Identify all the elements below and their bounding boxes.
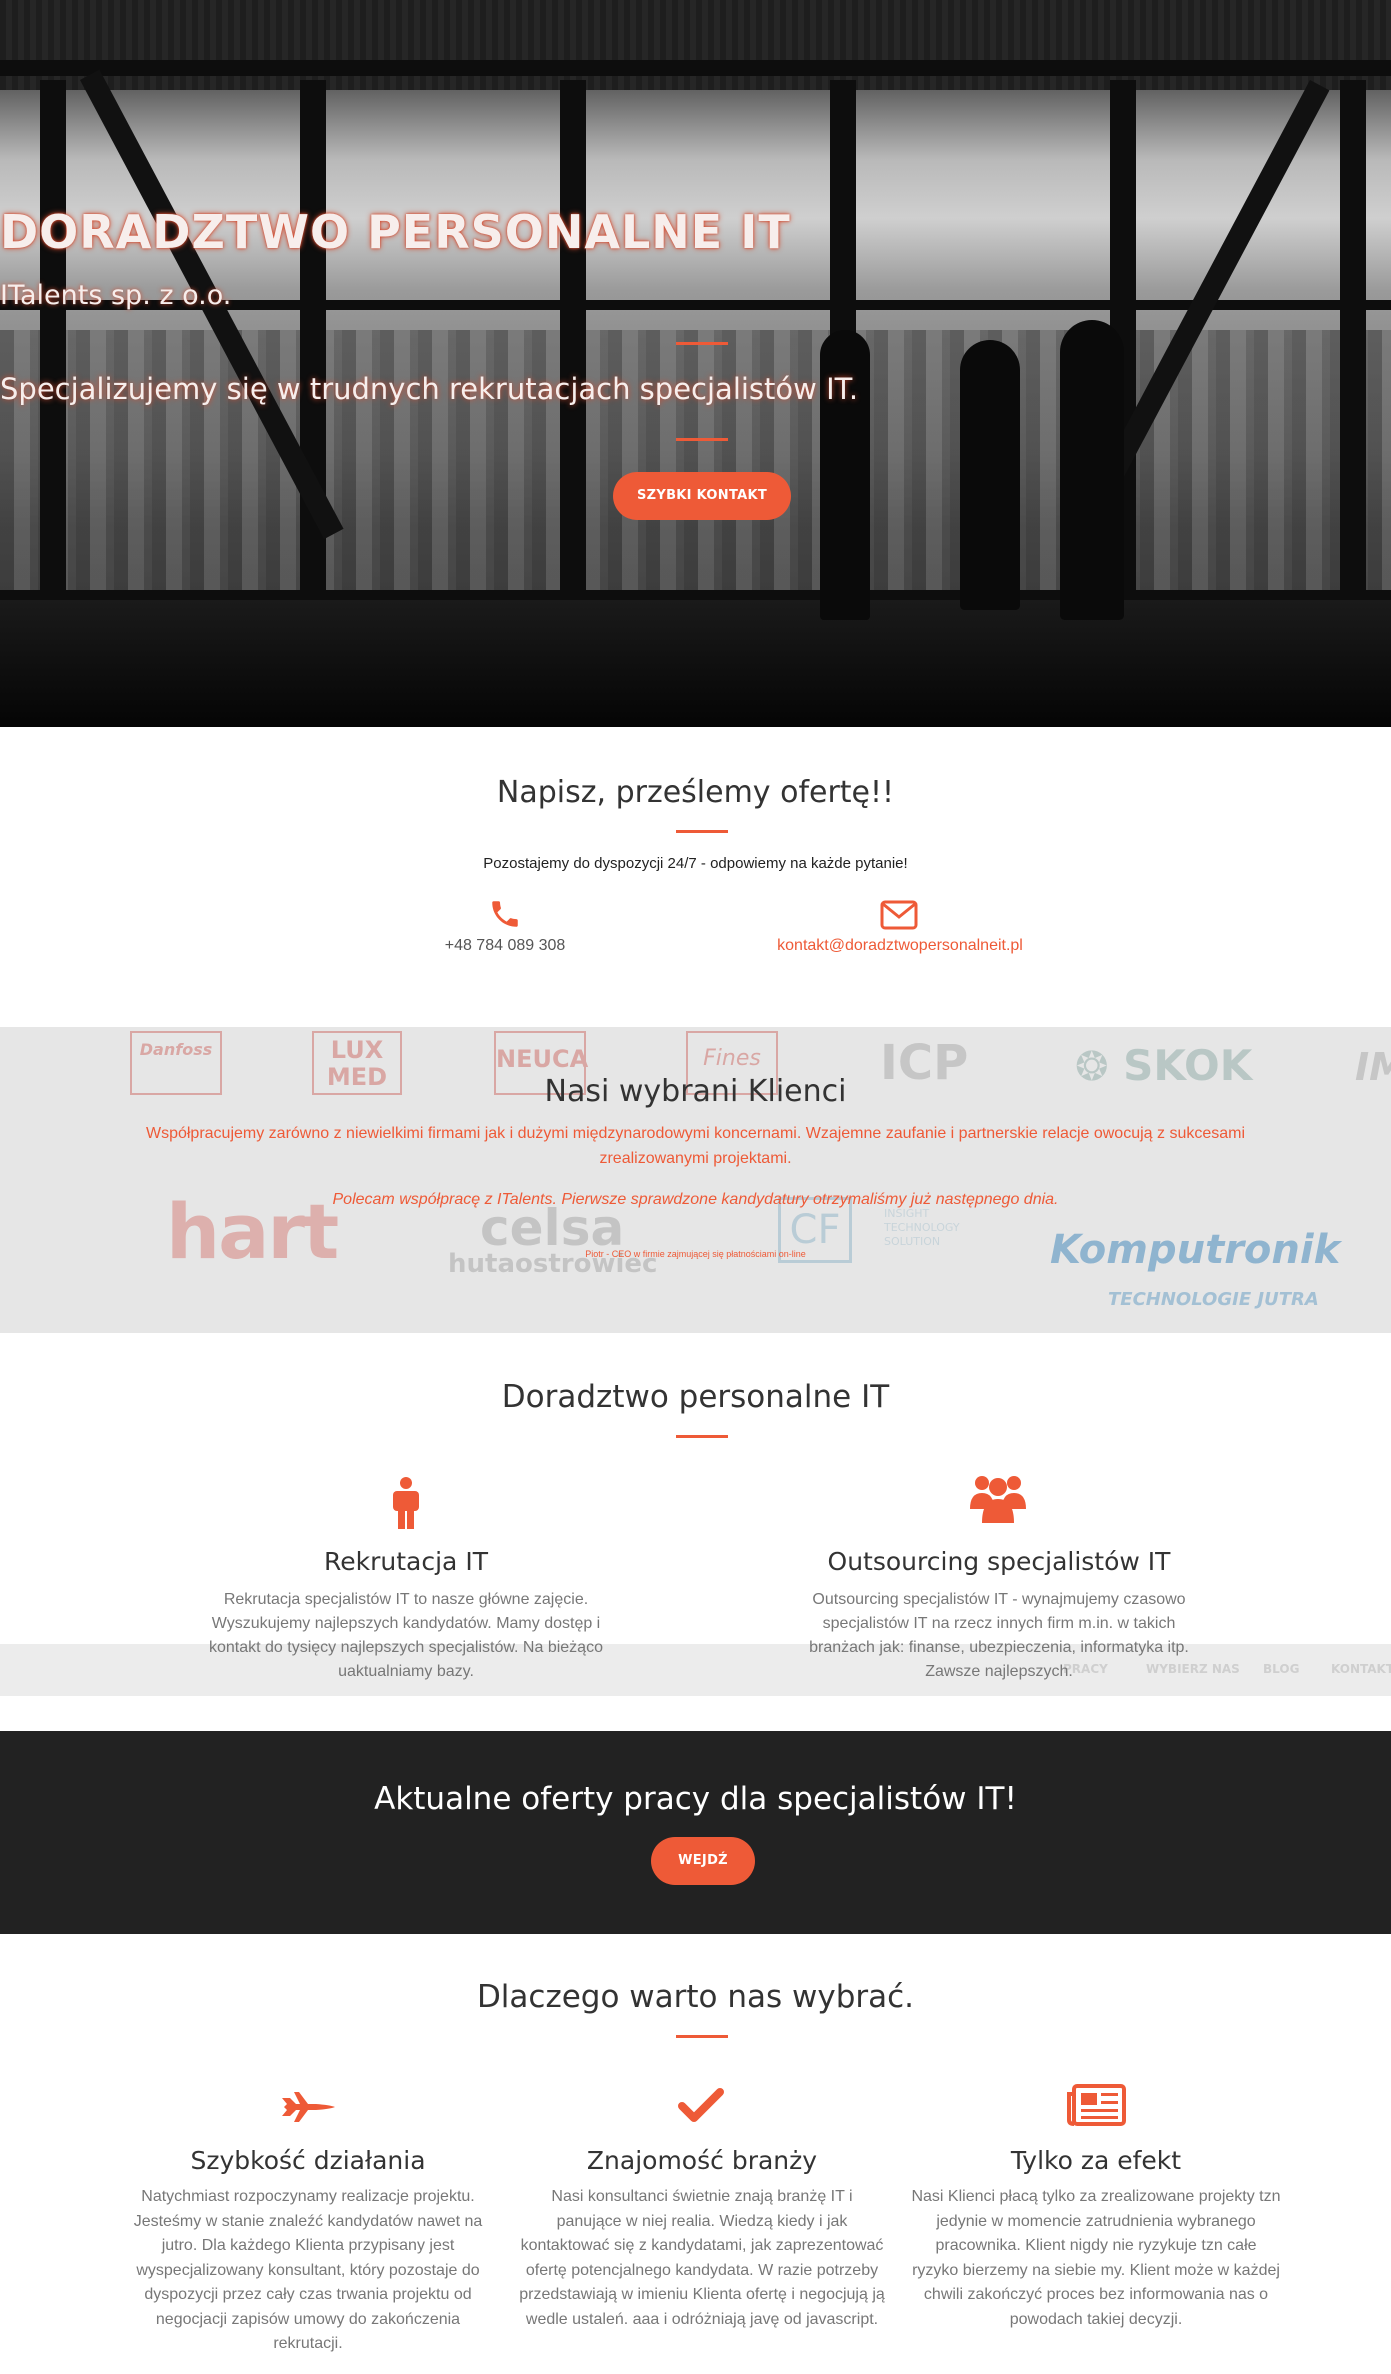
- hero-floor: [0, 600, 1391, 727]
- clients-section: Danfoss LUX MED NEUCA Fines ICP ❂ SKOK I…: [0, 1027, 1391, 1333]
- contact-intro: Pozostajemy do dyspozycji 24/7 - odpowie…: [483, 855, 908, 872]
- testimonial-author: Piotr - CEO w firmie zajmującej się płat…: [585, 1249, 806, 1259]
- job-offers-heading: Aktualne oferty pracy dla specjalistów I…: [374, 1781, 1017, 1817]
- services-section: Doradztwo personalne IT PRACY WYBIERZ NA…: [0, 1333, 1391, 1731]
- hero-frame: [1340, 80, 1366, 640]
- person-icon: [393, 1477, 419, 1529]
- why-title: Tylko za efekt: [1010, 2146, 1182, 2175]
- ghost-nav-item[interactable]: BLOG: [1263, 1662, 1299, 1676]
- phone-number-link[interactable]: +48 784 089 308: [430, 937, 580, 955]
- check-icon: [678, 2088, 724, 2122]
- hero-section: DORADZTWO PERSONALNE IT ITalents sp. z o…: [0, 0, 1391, 727]
- service-outsourcing: Outsourcing specjalistów IT Outsourcing …: [799, 1547, 1199, 1684]
- service-title: Rekrutacja IT: [324, 1547, 488, 1576]
- enter-button[interactable]: WEJDŹ: [651, 1837, 755, 1885]
- hero-frame: [40, 80, 66, 640]
- client-logo-lux-text: LUX: [330, 1036, 384, 1064]
- service-text: Outsourcing specjalistów IT - wynajmujem…: [809, 1591, 1189, 1680]
- silhouette: [1060, 320, 1124, 620]
- fighter-jet-icon: [282, 2092, 335, 2122]
- hero-ceiling: [0, 0, 1391, 90]
- service-text: Rekrutacja specjalistów IT to nasze głów…: [209, 1591, 603, 1680]
- job-offers-banner: Aktualne oferty pracy dla specjalistów I…: [0, 1731, 1391, 1934]
- accent-divider: [676, 2035, 728, 2038]
- clients-description: Współpracujemy zarówno z niewielkimi fir…: [145, 1125, 1246, 1167]
- why-us-section: Dlaczego warto nas wybrać. Szybkość dzia…: [0, 1934, 1391, 2374]
- why-title: Znajomość branży: [586, 2146, 818, 2175]
- services-heading: Doradztwo personalne IT: [501, 1379, 890, 1415]
- why-results-only: Tylko za efekt Nasi Klienci płacą tylko …: [911, 2146, 1281, 2332]
- clients-heading: Nasi wybrani Klienci: [544, 1074, 847, 1109]
- why-speed: Szybkość działania Natychmiast rozpoczyn…: [123, 2146, 493, 2357]
- accent-divider: [676, 830, 728, 833]
- service-recruitment: Rekrutacja IT Rekrutacja specjalistów IT…: [206, 1547, 606, 1684]
- why-us-heading: Dlaczego warto nas wybrać.: [476, 1979, 915, 2015]
- quick-contact-button[interactable]: SZYBKI KONTAKT: [613, 472, 791, 520]
- newspaper-icon: [1067, 2084, 1126, 2126]
- ghost-nav-item[interactable]: KONTAKT: [1331, 1662, 1391, 1676]
- hero-title: DORADZTWO PERSONALNE IT: [0, 205, 791, 259]
- group-icon: [970, 1476, 1026, 1523]
- why-industry-knowledge: Znajomość branży Nasi konsultanci świetn…: [517, 2146, 887, 2332]
- why-text: Nasi konsultanci świetnie znają branżę I…: [519, 2188, 885, 2328]
- email-link[interactable]: kontakt@doradztwopersonalneit.pl: [760, 937, 1040, 955]
- client-testimonial: Polecam współpracę z ITalents. Pierwsze …: [332, 1191, 1059, 1208]
- phone-icon[interactable]: [488, 897, 522, 931]
- accent-divider: [676, 342, 728, 345]
- service-title: Outsourcing specjalistów IT: [827, 1547, 1171, 1576]
- why-title: Szybkość działania: [190, 2146, 426, 2175]
- envelope-icon[interactable]: [880, 900, 918, 930]
- contact-heading: Napisz, prześlemy ofertę!!: [496, 775, 895, 810]
- hero-company: ITalents sp. z o.o.: [0, 280, 232, 311]
- client-logo-komputronik-sub: TECHNOLOGIE JUTRA: [1108, 1289, 1319, 1310]
- hero-frame: [300, 80, 326, 640]
- client-logo-insight: INSIGHT TECHNOLOGY SOLUTION: [884, 1207, 960, 1248]
- accent-divider: [676, 1435, 728, 1438]
- hero-frame: [560, 80, 586, 640]
- contact-section: Napisz, prześlemy ofertę!! Pozostajemy d…: [0, 727, 1391, 1027]
- why-text: Nasi Klienci płacą tylko za zrealizowane…: [911, 2188, 1281, 2328]
- why-text: Natychmiast rozpoczynamy realizacje proj…: [133, 2188, 483, 2352]
- hero-frame: [0, 60, 1391, 76]
- accent-divider: [676, 438, 728, 441]
- hero-tagline: Specjalizujemy się w trudnych rekrutacja…: [0, 372, 859, 406]
